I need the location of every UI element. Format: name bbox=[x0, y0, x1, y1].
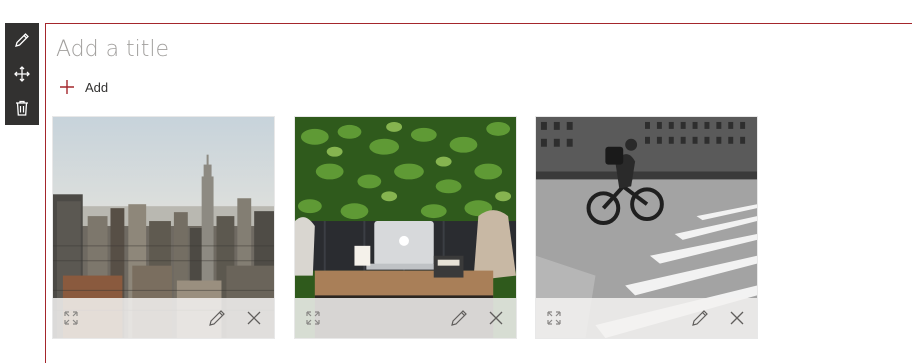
remove-tile-button[interactable] bbox=[243, 307, 265, 329]
move-section-button[interactable] bbox=[5, 57, 39, 91]
pencil-icon bbox=[209, 310, 225, 326]
move-tile-button[interactable] bbox=[302, 307, 324, 329]
image-tile[interactable] bbox=[294, 116, 517, 339]
close-icon bbox=[489, 311, 503, 325]
edit-tile-button[interactable] bbox=[689, 307, 711, 329]
edit-section-button[interactable] bbox=[5, 23, 39, 57]
section-toolbar bbox=[5, 23, 39, 125]
add-button[interactable]: Add bbox=[59, 77, 108, 97]
delete-section-button[interactable] bbox=[5, 91, 39, 125]
move-tile-button[interactable] bbox=[60, 307, 82, 329]
image-tile[interactable] bbox=[52, 116, 275, 339]
move-icon bbox=[306, 311, 320, 325]
tile-action-bar bbox=[53, 298, 274, 338]
edit-tile-button[interactable] bbox=[448, 307, 470, 329]
remove-tile-button[interactable] bbox=[485, 307, 507, 329]
title-placeholder[interactable]: Add a title bbox=[56, 37, 169, 62]
close-icon bbox=[730, 311, 744, 325]
move-icon bbox=[14, 66, 30, 82]
add-label: Add bbox=[85, 79, 109, 95]
close-icon bbox=[247, 311, 261, 325]
remove-tile-button[interactable] bbox=[726, 307, 748, 329]
move-icon bbox=[547, 311, 561, 325]
pencil-icon bbox=[15, 33, 29, 47]
tile-action-bar bbox=[536, 298, 757, 338]
pencil-icon bbox=[451, 310, 467, 326]
pencil-icon bbox=[692, 310, 708, 326]
move-tile-button[interactable] bbox=[543, 307, 565, 329]
tile-action-bar bbox=[295, 298, 516, 338]
trash-icon bbox=[16, 100, 28, 116]
image-tile[interactable] bbox=[535, 116, 758, 339]
move-icon bbox=[64, 311, 78, 325]
edit-tile-button[interactable] bbox=[206, 307, 228, 329]
plus-icon bbox=[60, 80, 74, 94]
